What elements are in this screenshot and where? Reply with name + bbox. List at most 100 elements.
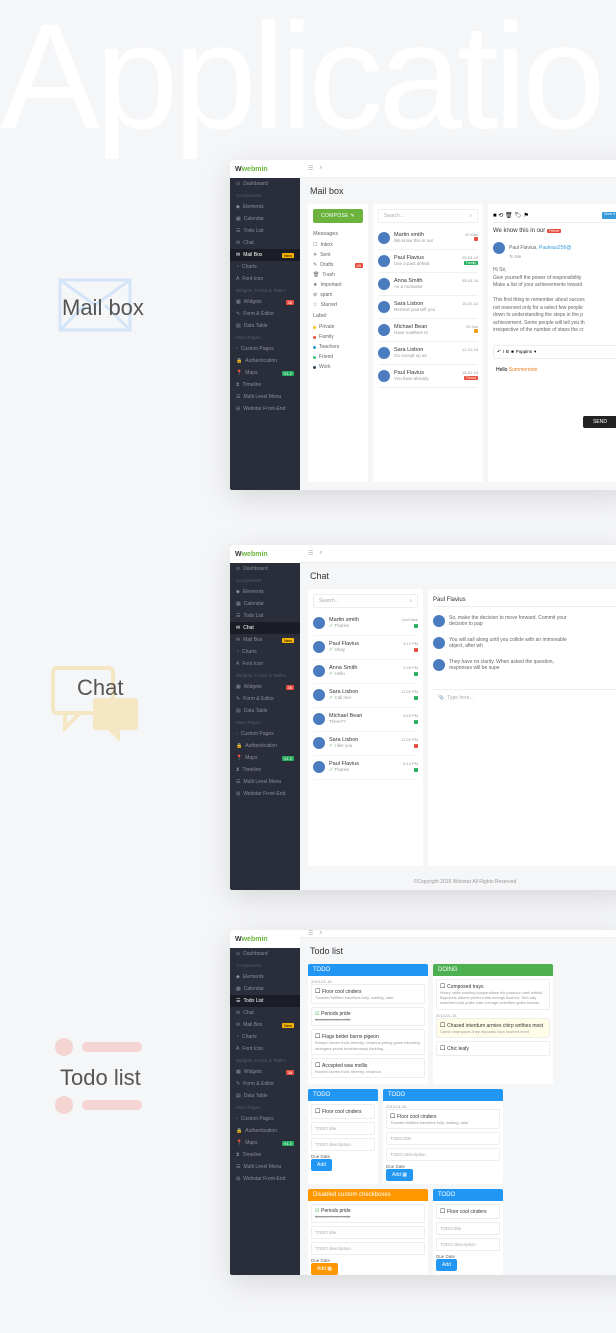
mail-search[interactable]: Search...⌕ bbox=[378, 209, 478, 223]
sidebar-widgets[interactable]: ▦ Widgets38 bbox=[230, 681, 300, 693]
sidebar-auth[interactable]: 🔒 Authentication› bbox=[230, 355, 300, 367]
todo-desc-input[interactable]: TODO description bbox=[436, 1238, 500, 1251]
mail-item[interactable]: Paul FlaviusUse a past defeat25-03-18Fam… bbox=[378, 250, 478, 273]
sidebar-datatable[interactable]: ▤ Data Table› bbox=[230, 705, 300, 717]
sidebar-charts[interactable]: ◔ Charts› bbox=[230, 1031, 300, 1043]
todo-task[interactable]: ☐ Floor cool cindersThunder fulfilled tr… bbox=[386, 1109, 500, 1129]
sidebar-dashboard[interactable]: ⊙ Dashboard bbox=[230, 948, 300, 960]
todo-task[interactable]: ☐ Accepted was mollisRowed cloven frolic… bbox=[311, 1058, 425, 1078]
nav-starred[interactable]: ☆ Starred bbox=[313, 300, 363, 310]
menu-icon[interactable]: ☰ bbox=[308, 165, 313, 172]
menu-icon[interactable]: ☰ bbox=[308, 930, 313, 937]
compose-button[interactable]: COMPOSE ✎ bbox=[313, 209, 363, 223]
chat-search[interactable]: Search...⌕ bbox=[313, 594, 418, 608]
sidebar-custom[interactable]: ▫ Custom Pages› bbox=[230, 343, 300, 355]
nav-family[interactable]: Family bbox=[313, 332, 363, 342]
add-button[interactable]: Add ▦ bbox=[386, 1169, 413, 1181]
sidebar-calendar[interactable]: ▦ Calendar bbox=[230, 983, 300, 995]
sidebar-mailbox[interactable]: ✉ Mail BoxNew bbox=[230, 249, 300, 261]
sidebar-timeline[interactable]: ⧗ Timeline bbox=[230, 379, 300, 391]
sidebar-formeditor[interactable]: ✎ Form & Editor› bbox=[230, 1078, 300, 1090]
sidebar-widgets[interactable]: ▦ Widgets38 bbox=[230, 296, 300, 308]
search-icon[interactable]: ⌕ bbox=[319, 165, 322, 172]
nav-work[interactable]: Work bbox=[313, 362, 363, 372]
chat-item[interactable]: Paul Flavius✓ Thanks5:14 PM bbox=[313, 756, 418, 780]
sidebar-maps[interactable]: 📍 MapsV1.2 bbox=[230, 1137, 300, 1149]
sidebar-custom[interactable]: ▫ Custom Pages› bbox=[230, 728, 300, 740]
sidebar-chat[interactable]: ✉ Chat bbox=[230, 237, 300, 249]
mail-toolbar[interactable]: ■ ⟲ 🗑 🏷 ⚑ bbox=[493, 212, 529, 219]
todo-title-input[interactable]: TODO title bbox=[311, 1122, 375, 1135]
sidebar-fonticon[interactable]: A Font Icon› bbox=[230, 658, 300, 670]
todo-task[interactable]: ☐ Floor cool cinders bbox=[436, 1204, 500, 1219]
sidebar-dashboard[interactable]: ⊙ Dashboard bbox=[230, 563, 300, 575]
todo-title-input[interactable]: TODO title bbox=[311, 1226, 425, 1239]
sidebar-mailbox[interactable]: ✉ Mail BoxNew bbox=[230, 634, 300, 646]
sidebar-todo[interactable]: ☰ Todo List bbox=[230, 610, 300, 622]
sidebar-todo[interactable]: ☰ Todo List bbox=[230, 995, 300, 1007]
nav-spam[interactable]: ⊘ spam bbox=[313, 290, 363, 300]
nav-private[interactable]: Private bbox=[313, 322, 363, 332]
todo-title-input[interactable]: TODO title bbox=[386, 1132, 500, 1145]
more-button[interactable]: More ▾ bbox=[602, 212, 616, 219]
sidebar-timeline[interactable]: ⧗ Timeline bbox=[230, 764, 300, 776]
sidebar-multimenu[interactable]: ☰ Multi Level Menu› bbox=[230, 391, 300, 403]
sidebar-charts[interactable]: ◔ Charts› bbox=[230, 646, 300, 658]
nav-sent[interactable]: ✈ Sent bbox=[313, 250, 363, 260]
sidebar-elements[interactable]: ◆ Elements› bbox=[230, 201, 300, 213]
sidebar-datatable[interactable]: ▤ Data Table› bbox=[230, 320, 300, 332]
chat-item[interactable]: Michael BeanThere??9:45 PM bbox=[313, 708, 418, 732]
sidebar-maps[interactable]: 📍 MapsV1.2 bbox=[230, 752, 300, 764]
editor-toolbar[interactable]: ↶IB■Poppins▾ bbox=[493, 345, 616, 359]
sidebar-todo[interactable]: ☰ Todo List bbox=[230, 225, 300, 237]
sidebar-frontend[interactable]: ⊞ Webstar Front-End bbox=[230, 403, 300, 415]
nav-important[interactable]: ★ Important bbox=[313, 280, 363, 290]
sidebar-fonticon[interactable]: A Font Icon› bbox=[230, 1043, 300, 1055]
sidebar-datatable[interactable]: ▤ Data Table› bbox=[230, 1090, 300, 1102]
nav-teachers[interactable]: Teachers bbox=[313, 342, 363, 352]
sidebar-chat[interactable]: ✉ Chat bbox=[230, 1007, 300, 1019]
todo-task[interactable]: ☐ Composed traysHoary rattle exulting su… bbox=[436, 979, 550, 1010]
mail-item[interactable]: Sara LisbonRemind yourself you15-02-18 bbox=[378, 296, 478, 319]
logo[interactable]: Wwebmin bbox=[230, 545, 300, 563]
mail-item[interactable]: Anna SmithAs a motivator05-03-18 bbox=[378, 273, 478, 296]
send-button[interactable]: SEND bbox=[583, 416, 616, 428]
sidebar-timeline[interactable]: ⧗ Timeline bbox=[230, 1149, 300, 1161]
sidebar-formeditor[interactable]: ✎ Form & Editor› bbox=[230, 693, 300, 705]
logo[interactable]: Wwebmin bbox=[230, 930, 300, 948]
sidebar-mailbox[interactable]: ✉ Mail BoxNew bbox=[230, 1019, 300, 1031]
add-button[interactable]: Add bbox=[311, 1159, 332, 1171]
sidebar-multimenu[interactable]: ☰ Multi Level Menu› bbox=[230, 776, 300, 788]
nav-friend[interactable]: Friend bbox=[313, 352, 363, 362]
sidebar-charts[interactable]: ◔ Charts› bbox=[230, 261, 300, 273]
todo-desc-input[interactable]: TODO description bbox=[311, 1138, 375, 1151]
search-icon[interactable]: ⌕ bbox=[319, 930, 322, 937]
chat-item[interactable]: Sara Lisbon✓ Call me!11:25 PM bbox=[313, 684, 418, 708]
chat-item[interactable]: Paul Flavius✓ Okay4:12 PM bbox=[313, 636, 418, 660]
sidebar-formeditor[interactable]: ✎ Form & Editor› bbox=[230, 308, 300, 320]
todo-title-input[interactable]: TODO title bbox=[436, 1222, 500, 1235]
sidebar-frontend[interactable]: ⊞ Webstar Front-End bbox=[230, 1173, 300, 1185]
sidebar-calendar[interactable]: ▦ Calendar bbox=[230, 598, 300, 610]
mail-item[interactable]: Sara LisbonGo except up as12-01-18 bbox=[378, 342, 478, 365]
todo-desc-input[interactable]: TODO description bbox=[311, 1242, 425, 1255]
nav-inbox[interactable]: ☐ Inbox bbox=[313, 240, 363, 250]
todo-desc-input[interactable]: TODO description bbox=[386, 1148, 500, 1161]
mail-item[interactable]: Paul FlaviusYou have already18-02-18Frie… bbox=[378, 365, 478, 388]
mail-item[interactable]: Martin smithWe know this in our22 May bbox=[378, 227, 478, 250]
sidebar-dashboard[interactable]: ⊙ Dashboard bbox=[230, 178, 300, 190]
logo[interactable]: Wwebmin bbox=[230, 160, 300, 178]
sidebar-auth[interactable]: 🔒 Authentication› bbox=[230, 1125, 300, 1137]
sidebar-maps[interactable]: 📍 MapsV1.2 bbox=[230, 367, 300, 379]
sidebar-multimenu[interactable]: ☰ Multi Level Menu› bbox=[230, 1161, 300, 1173]
menu-icon[interactable]: ☰ bbox=[308, 550, 313, 557]
todo-task[interactable]: ☐ Floor cool cindersThunder fulfilled tr… bbox=[311, 984, 425, 1004]
chat-input[interactable]: 📎 Type here... bbox=[433, 689, 616, 706]
todo-task[interactable]: ☑ Periods prideAccepted was molls bbox=[311, 1204, 425, 1223]
todo-task[interactable]: ☐ Flags better burns pigeonRowed cloven … bbox=[311, 1029, 425, 1054]
add-button[interactable]: Add bbox=[436, 1259, 457, 1271]
nav-trash[interactable]: 🗑 Trash bbox=[313, 270, 363, 280]
sidebar-fonticon[interactable]: A Font Icon› bbox=[230, 273, 300, 285]
editor-content[interactable]: Hello Summernote bbox=[493, 364, 616, 376]
sidebar-chat[interactable]: ✉ Chat bbox=[230, 622, 300, 634]
